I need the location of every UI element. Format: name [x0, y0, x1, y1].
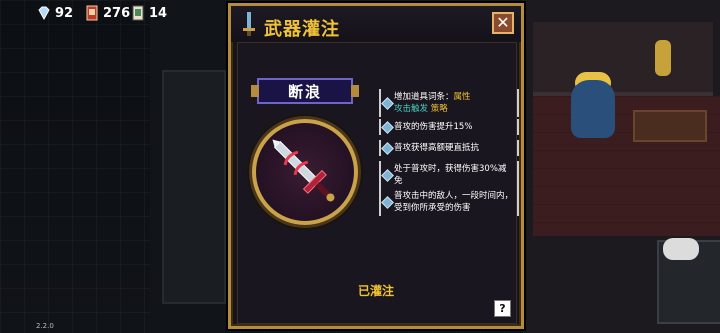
close-button[interactable]: ✕	[492, 12, 514, 34]
bonus-5-text: 普攻击中的敌人，一段时间内，受到你所承受的伤害	[394, 191, 514, 213]
gem-counter: 92	[36, 5, 73, 21]
weapon-icon	[272, 139, 335, 202]
right-room	[523, 0, 720, 333]
weapon-name: 断浪	[287, 82, 322, 101]
ticket-counter: 14	[130, 5, 167, 21]
room-wall	[533, 22, 713, 96]
weapon-medallion	[252, 119, 358, 225]
bonus-1-highlight: 属性	[453, 92, 471, 102]
wall-block	[162, 70, 226, 304]
lamp-prop	[655, 40, 671, 76]
bonus-item-3: 普攻获得高额硬直抵抗	[379, 140, 519, 156]
ticket-count: 14	[149, 5, 168, 21]
card-icon	[86, 5, 98, 21]
bonus-1-tag-a: 攻击触发	[394, 104, 429, 114]
bonus-item-2: 普攻的伤害提升15%	[379, 119, 519, 135]
version-label: 2.2.0	[36, 322, 54, 330]
weapon-name-plate: 断浪	[251, 78, 359, 104]
ticket-icon	[132, 5, 144, 21]
weapon-infusion-dialog: 武器灌注 ✕ 断浪 增加道具词条：属性 攻击触发 策略 普攻的伤害提升15% 普…	[228, 3, 524, 329]
bonus-item-4: 处于普攻时，获得伤害30%减免	[379, 161, 519, 189]
bonus-3-text: 普攻获得高额硬直抵抗	[394, 143, 480, 153]
gem-count: 92	[55, 5, 74, 21]
gem-icon	[38, 6, 50, 21]
dialog-title: 武器灌注	[264, 19, 340, 40]
npc-character[interactable]	[571, 80, 615, 138]
bonus-1-text: 增加道具词条：	[394, 92, 454, 102]
infused-status: 已灌注	[357, 284, 394, 298]
bonus-4-text: 处于普攻时，获得伤害30%减免	[394, 164, 507, 186]
cat-prop	[663, 238, 699, 260]
card-count: 276	[103, 5, 131, 21]
bonus-item-5: 普攻击中的敌人，一段时间内，受到你所承受的伤害	[379, 188, 519, 216]
bonus-item-1: 增加道具词条：属性 攻击触发 策略	[379, 89, 519, 117]
sword-icon	[243, 12, 255, 36]
help-button[interactable]: ?	[494, 300, 511, 317]
bonus-2-text: 普攻的伤害提升15%	[394, 122, 473, 132]
card-counter: 276	[84, 5, 130, 21]
left-room	[150, 0, 230, 333]
shelf-prop	[633, 110, 707, 142]
bonus-1-tag-b: 策略	[430, 104, 448, 114]
close-icon: ✕	[496, 13, 510, 32]
help-icon: ?	[499, 302, 506, 315]
